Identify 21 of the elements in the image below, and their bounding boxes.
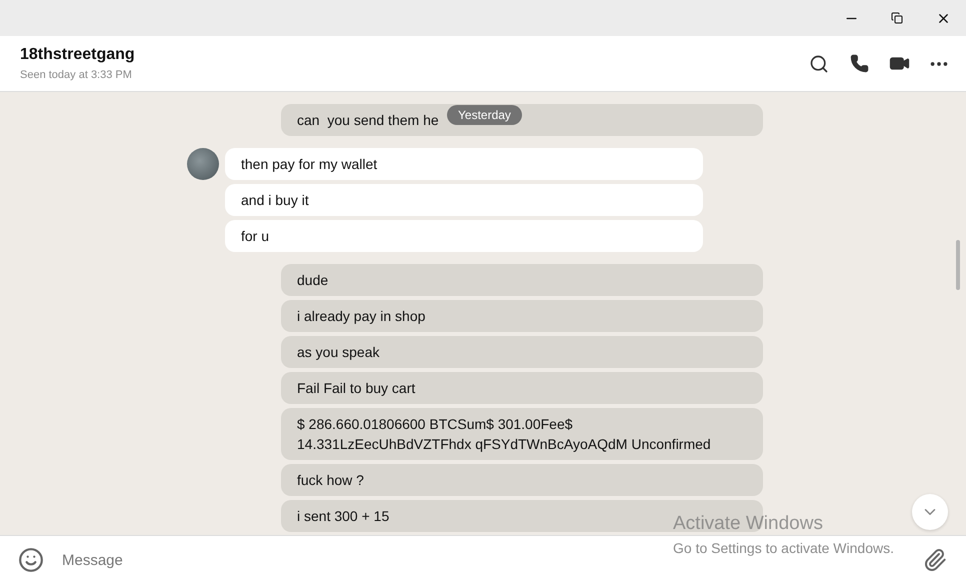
sent-message: dude [281, 264, 763, 296]
contact-name: 18thstreetgang [20, 46, 135, 64]
last-seen-status: Seen today at 3:33 PM [20, 69, 133, 81]
activation-notice-title: Activate Windows [673, 513, 824, 535]
sent-message: as you speak [281, 336, 763, 368]
restore-icon[interactable] [891, 12, 903, 24]
paperclip-icon[interactable] [922, 547, 948, 573]
sent-message: Fail Fail to buy cart [281, 372, 763, 404]
sent-message: $ 286.660.01806600 BTCSum$ 301.00Fee$ 14.331LzEecUhBdVZTFhdx qFSYdTWnBcAyoAQdM Unconfirmed [281, 408, 763, 460]
search-icon[interactable] [808, 52, 830, 74]
emoji-icon[interactable] [18, 547, 44, 573]
sent-message: fuck how ? [281, 464, 763, 496]
date-badge: Yesterday [447, 105, 522, 125]
activation-notice-text: Go to Settings to activate Windows. [673, 540, 894, 556]
phone-icon[interactable] [848, 52, 870, 74]
contact-avatar[interactable] [187, 148, 219, 180]
received-message: for u [225, 220, 703, 252]
received-message: then pay for my wallet [225, 148, 703, 180]
scrollbar-thumb[interactable] [956, 240, 960, 290]
received-message: and i buy it [225, 184, 703, 216]
sent-message: i already pay in shop [281, 300, 763, 332]
